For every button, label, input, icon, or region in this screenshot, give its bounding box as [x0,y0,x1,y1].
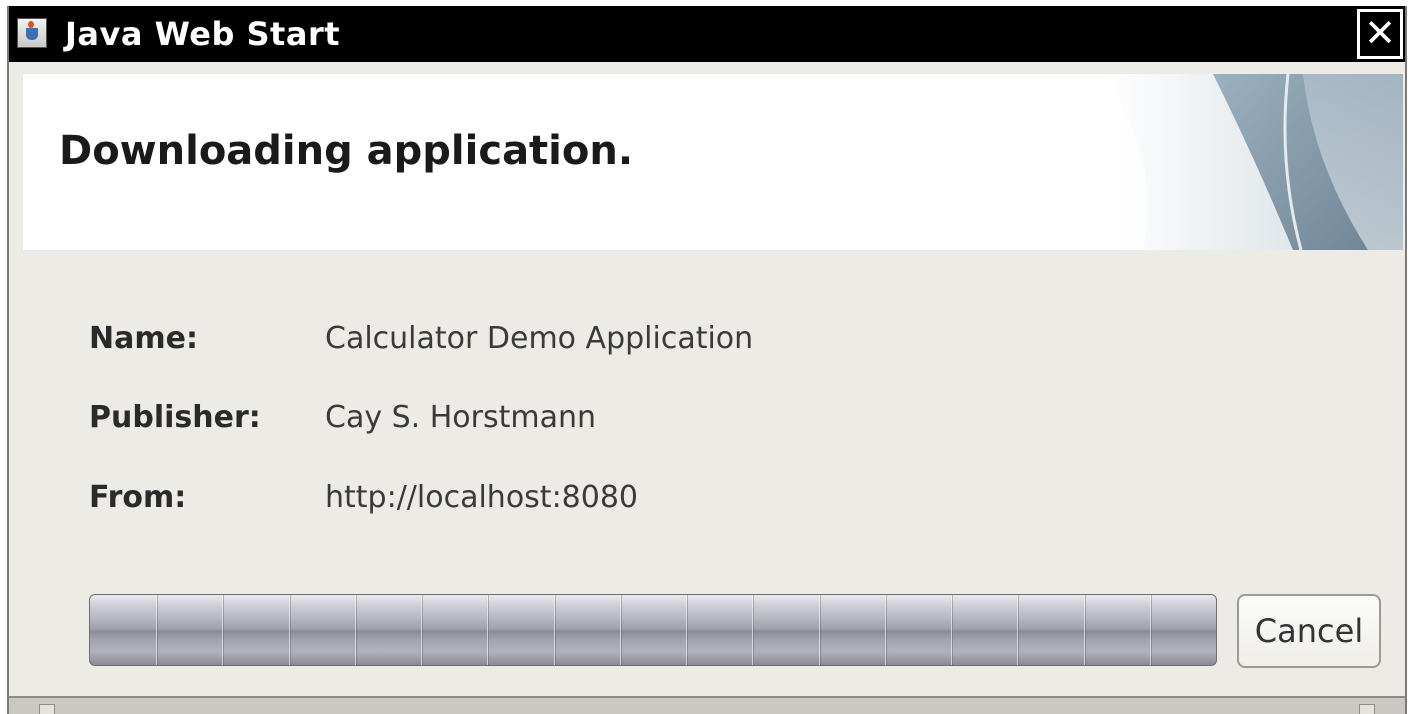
progress-segment-divider [289,595,290,665]
progress-segment-divider [554,595,555,665]
progress-segment-divider [487,595,488,665]
from-value: http://localhost:8080 [325,480,639,515]
progress-segment-divider [620,595,621,665]
java-steam-shape [28,21,34,28]
download-progress-bar [89,594,1217,666]
title-bar[interactable]: Java Web Start ✕ [9,6,1405,62]
progress-segment-divider [1150,595,1151,665]
window-bottom-edge [9,696,1405,714]
publisher-value: Cay S. Horstmann [325,400,597,435]
progress-segment-divider [686,595,687,665]
java-cup-icon [17,18,47,48]
banner-decoration [1103,74,1403,250]
progress-segment-divider [222,595,223,665]
progress-segment-divider [752,595,753,665]
header-banner: Downloading application. [23,74,1403,250]
java-cup-shape [26,28,38,40]
publisher-label: Publisher: [89,400,261,435]
page-title: Downloading application. [59,128,634,174]
window-title: Java Web Start [65,15,341,53]
progress-segment-divider [819,595,820,665]
progress-segment-divider [421,595,422,665]
name-label: Name: [89,321,198,356]
close-button[interactable]: ✕ [1357,9,1403,59]
progress-segment-divider [156,595,157,665]
name-value: Calculator Demo Application [325,321,754,356]
resize-grip-right[interactable] [1359,704,1375,714]
resize-grip-left[interactable] [39,704,55,714]
dialog-window: Java Web Start ✕ Downloading application… [7,6,1407,714]
progress-segment-divider [355,595,356,665]
progress-segment-divider [1084,595,1085,665]
from-label: From: [89,480,187,515]
progress-segment-divider [1017,595,1018,665]
cancel-button[interactable]: Cancel [1237,594,1381,668]
progress-segment-divider [885,595,886,665]
progress-segment-divider [951,595,952,665]
